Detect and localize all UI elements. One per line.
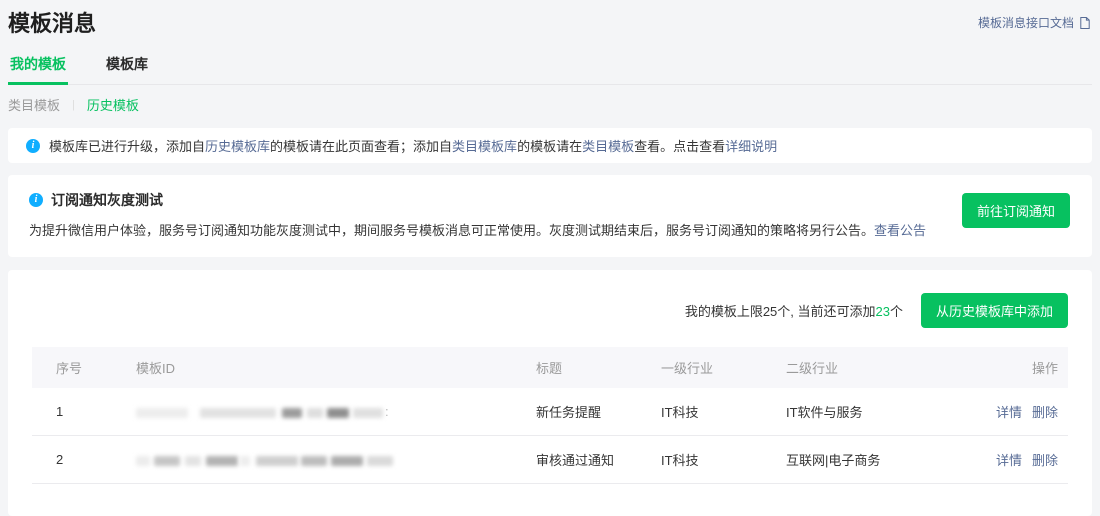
text-segment: 的模板请在: [517, 139, 583, 154]
cell-template-id-redacted: [112, 435, 512, 484]
redacted-block: [240, 455, 250, 466]
redacted-block: [206, 455, 238, 466]
view-announcement-link[interactable]: 查看公告: [874, 223, 926, 238]
cell-industry2: 互联网|电子商务: [762, 435, 977, 484]
gray-test-title: 订阅通知灰度测试: [51, 192, 163, 208]
primary-tabs: 我的模板 模板库: [8, 50, 1092, 85]
column-header-二级行业: 二级行业: [762, 347, 977, 388]
redacted-block: [282, 407, 302, 418]
column-header-模板ID: 模板ID: [112, 347, 512, 388]
api-doc-link[interactable]: 模板消息接口文档: [978, 14, 1092, 31]
info-icon: i: [29, 193, 43, 207]
text-segment: 查看。点击查看: [634, 139, 726, 154]
table-row: 2 审核通过通知 IT科技 互联网|电子商务 详情 删除: [32, 435, 1068, 484]
goto-subscription-button[interactable]: 前往订阅通知: [961, 193, 1070, 228]
quota-row: 我的模板上限25个, 当前还可添加23个 从历史模板库中添加: [32, 293, 1068, 328]
subtab-类目模板[interactable]: 类目模板: [8, 95, 60, 114]
page-title: 模板消息: [8, 11, 97, 36]
add-from-history-button[interactable]: 从历史模板库中添加: [920, 293, 1068, 328]
cell-actions: 详情 删除: [977, 435, 1068, 484]
cell-template-id-redacted: :: [112, 388, 512, 436]
document-icon: [1078, 16, 1092, 30]
tab-模板库[interactable]: 模板库: [104, 50, 150, 84]
upgrade-notice-banner: i 模板库已进行升级，添加自历史模板库的模板请在此页面查看；添加自类目模板库的模…: [8, 128, 1092, 163]
table-row: 1: 新任务提醒 IT科技 IT软件与服务 详情 删除: [32, 388, 1068, 436]
redacted-block: [353, 407, 383, 418]
subtab-历史模板[interactable]: 历史模板: [87, 95, 139, 114]
cell-title: 新任务提醒: [512, 388, 637, 436]
redacted-block: [327, 407, 349, 418]
detail-link[interactable]: 详情: [996, 453, 1022, 468]
redacted-block: [154, 455, 180, 466]
redacted-block: [185, 455, 201, 466]
text-segment: 模板库已进行升级，添加自: [49, 139, 206, 154]
redacted-block: [136, 455, 150, 466]
quota-text: 我的模板上限25个, 当前还可添加23个: [685, 301, 903, 320]
page: 模板消息 模板消息接口文档 我的模板 模板库 类目模板 | 历史模板 i 模板库已进行…: [0, 0, 1100, 516]
redacted-block: [136, 407, 188, 418]
cell-index: 1: [32, 388, 112, 436]
redacted-block: [301, 455, 327, 466]
templates-table: 序号 模板ID 标题 一级行业 二级行业 操作 1: 新任务提醒 IT科技 IT软件与服务 详情删…: [32, 347, 1068, 484]
quota-remaining-count: 23: [875, 304, 890, 319]
cell-actions: 详情 删除: [977, 388, 1068, 436]
notice-link[interactable]: 类目模板库: [452, 139, 517, 154]
text-segment: 个: [889, 304, 903, 319]
redacted-block: [256, 455, 298, 466]
detail-link[interactable]: 详情: [996, 405, 1022, 420]
redacted-suffix: :: [385, 404, 389, 419]
gray-test-card: i 订阅通知灰度测试 为提升微信用户体验，服务号订阅通知功能灰度测试中，期间服务…: [8, 175, 1092, 257]
tab-我的模板[interactable]: 我的模板: [8, 50, 68, 85]
text-segment: 的模板请在此页面查看；添加自: [270, 139, 453, 154]
redacted-block: [331, 455, 363, 466]
column-header-一级行业: 一级行业: [637, 347, 762, 388]
gray-test-title-row: i 订阅通知灰度测试: [29, 190, 926, 210]
cell-index: 2: [32, 435, 112, 484]
cell-industry2: IT软件与服务: [762, 388, 977, 436]
notice-link[interactable]: 详细说明: [725, 139, 777, 154]
cell-industry1: IT科技: [637, 388, 762, 436]
text-segment: 为提升微信用户体验，服务号订阅通知功能灰度测试中，期间服务号模板消息可正常使用。…: [29, 223, 875, 238]
delete-link[interactable]: 删除: [1032, 453, 1058, 468]
column-header-标题: 标题: [512, 347, 637, 388]
secondary-tabs: 类目模板 | 历史模板: [8, 95, 1092, 114]
gray-test-description: 为提升微信用户体验，服务号订阅通知功能灰度测试中，期间服务号模板消息可正常使用。…: [29, 222, 926, 240]
cell-industry1: IT科技: [637, 435, 762, 484]
subtab-divider: |: [72, 98, 75, 111]
notice-link[interactable]: 类目模板: [582, 139, 634, 154]
delete-link[interactable]: 删除: [1032, 405, 1058, 420]
notice-link[interactable]: 历史模板库: [205, 139, 270, 154]
redacted-block: [200, 407, 276, 418]
info-icon: i: [26, 138, 40, 153]
text-segment: 我的模板上限25个, 当前还可添加: [684, 304, 876, 319]
redacted-block: [367, 455, 393, 466]
redacted-block: [307, 407, 323, 418]
table-header-row: 序号 模板ID 标题 一级行业 二级行业 操作: [32, 347, 1068, 388]
column-header-序号: 序号: [32, 347, 112, 388]
api-doc-link-label: 模板消息接口文档: [977, 16, 1074, 30]
page-header: 模板消息 模板消息接口文档: [8, 6, 1092, 38]
templates-card: 我的模板上限25个, 当前还可添加23个 从历史模板库中添加 序号 模板ID 标题一…: [8, 270, 1092, 516]
gray-test-content: i 订阅通知灰度测试 为提升微信用户体验，服务号订阅通知功能灰度测试中，期间服务…: [29, 190, 926, 240]
cell-title: 审核通过通知: [512, 435, 637, 484]
column-header-操作: 操作: [977, 347, 1068, 388]
upgrade-notice-text: 模板库已进行升级，添加自历史模板库的模板请在此页面查看；添加自类目模板库的模板请…: [49, 136, 777, 155]
